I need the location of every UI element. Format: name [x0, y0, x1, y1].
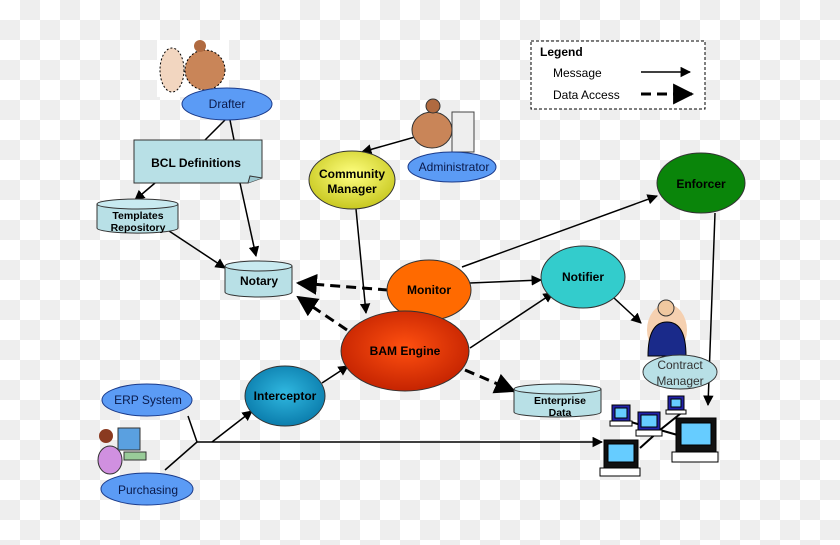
node-notifier[interactable]: Notifier: [540, 245, 626, 309]
legend-message-label: Message: [553, 66, 602, 80]
templates-label-1: Templates: [112, 210, 163, 222]
node-enterprise-data[interactable]: Enterprise Data: [513, 383, 602, 419]
edge-drafter-bcl: [204, 119, 226, 141]
edge-bam-notary: [296, 295, 348, 332]
purchasing-figure: [97, 427, 147, 475]
node-bcl-definitions[interactable]: BCL Definitions: [133, 139, 263, 184]
node-erp-system[interactable]: ERP System: [101, 383, 193, 417]
node-notary[interactable]: Notary: [224, 260, 293, 298]
edge-notifier-contract: [613, 297, 642, 324]
edge-interceptor-bam: [321, 365, 349, 384]
notary-label: Notary: [240, 274, 278, 288]
node-templates-repository[interactable]: Templates Repository: [96, 198, 179, 234]
edge-bcl-notary: [239, 182, 260, 258]
computer-network-icon: [599, 395, 719, 477]
edge-purchasing-junction: [164, 441, 198, 471]
edge-monitor-notary: [295, 273, 389, 295]
node-community-manager[interactable]: Community Manager: [308, 150, 396, 210]
edge-bam-enterprise: [464, 368, 516, 394]
monitor-label: Monitor: [407, 283, 451, 297]
node-interceptor[interactable]: Interceptor: [244, 365, 326, 427]
node-administrator[interactable]: Administrator: [407, 151, 497, 183]
contract-manager-figure: [647, 299, 687, 357]
purchasing-label: Purchasing: [118, 483, 178, 497]
contract-label-1: Contract: [657, 358, 703, 372]
administrator-figure: [411, 98, 475, 153]
edge-admin-community: [360, 136, 416, 155]
node-purchasing[interactable]: Purchasing: [100, 472, 194, 506]
legend-title: Legend: [540, 45, 583, 59]
community-label-2: Manager: [327, 182, 377, 196]
enterprise-label-1: Enterprise: [534, 395, 586, 407]
enforcer-label: Enforcer: [676, 177, 726, 191]
bam-architecture-diagram: Legend Message Data Access Drafter BCL D…: [96, 40, 746, 506]
legend-data-access-label: Data Access: [553, 88, 620, 102]
node-bam-engine[interactable]: BAM Engine: [340, 310, 470, 392]
community-label-1: Community: [319, 167, 385, 181]
node-enforcer[interactable]: Enforcer: [656, 152, 746, 214]
legend: Legend Message Data Access: [530, 40, 706, 110]
administrator-label: Administrator: [419, 160, 490, 174]
edge-erp-junction: [187, 415, 198, 443]
notifier-label: Notifier: [562, 270, 604, 284]
templates-label-2: Repository: [111, 222, 166, 234]
interceptor-label: Interceptor: [254, 389, 317, 403]
erp-label: ERP System: [114, 393, 182, 407]
edge-community-bam: [355, 208, 371, 315]
edge-monitor-notifier: [469, 275, 543, 286]
bam-label: BAM Engine: [370, 344, 441, 358]
edge-junction-interceptor: [211, 410, 253, 443]
edge-bcl-templates: [134, 182, 156, 201]
contract-label-2: Manager: [656, 374, 703, 388]
edge-bam-notifier: [469, 292, 554, 349]
drafter-label: Drafter: [209, 97, 246, 111]
edge-drafter-bcl-2: [229, 119, 235, 141]
bcl-label: BCL Definitions: [151, 156, 241, 170]
node-contract-manager[interactable]: Contract Manager: [642, 354, 718, 390]
node-drafter[interactable]: Drafter: [181, 87, 273, 121]
enterprise-label-2: Data: [549, 407, 572, 419]
